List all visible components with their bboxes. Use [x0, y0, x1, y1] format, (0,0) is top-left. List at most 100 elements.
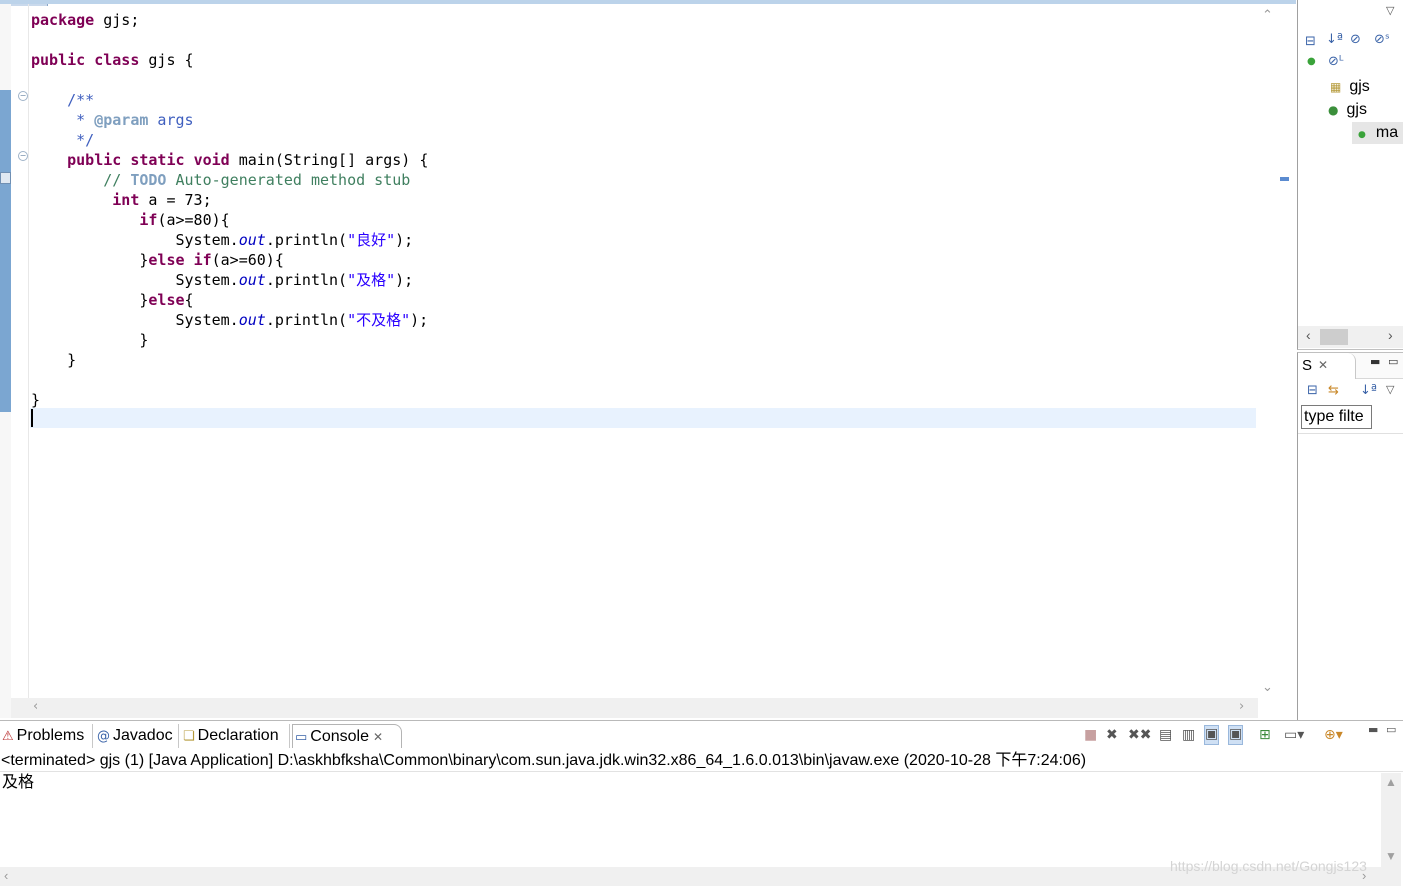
collapse-all-icon[interactable]: ⊟ — [1307, 383, 1318, 398]
display-selected-console-icon[interactable]: ▭▾ — [1284, 727, 1304, 743]
code-token: { — [184, 291, 194, 309]
filter-input[interactable]: type filte — [1301, 405, 1372, 429]
code-line[interactable]: public static void main(String[] args) { — [31, 150, 428, 170]
code-token: * — [31, 111, 95, 129]
code-token: else — [148, 291, 185, 309]
fold-toggle-icon[interactable]: − — [18, 91, 28, 101]
fold-toggle-icon[interactable]: − — [18, 151, 28, 161]
code-token: out — [238, 311, 266, 329]
minimize-icon[interactable]: ▬ — [1368, 723, 1378, 736]
code-line[interactable]: */ — [31, 130, 428, 150]
sort-icon[interactable]: ↓ª — [1326, 32, 1343, 47]
code-line[interactable]: if(a>=80){ — [31, 210, 428, 230]
scroll-right-icon[interactable]: › — [1239, 699, 1244, 714]
code-line[interactable] — [31, 410, 428, 430]
maximize-icon[interactable]: ▭ — [1386, 723, 1396, 736]
close-icon[interactable]: ✕ — [373, 725, 383, 749]
code-line[interactable] — [31, 30, 428, 50]
code-line[interactable]: }else if(a>=60){ — [31, 250, 428, 270]
code-line[interactable]: /** — [31, 90, 428, 110]
scroll-up-icon[interactable]: ▲ — [1385, 775, 1397, 789]
show-on-stdout-icon[interactable]: ▣ — [1204, 725, 1220, 745]
code-line[interactable]: package gjs; — [31, 10, 428, 30]
view-tab[interactable]: S ✕ — [1298, 353, 1356, 379]
outline-item-method[interactable]: ● ma — [1358, 124, 1398, 142]
code-line[interactable]: // TODO Auto-generated method stub — [31, 170, 428, 190]
hide-nonpublic-icon[interactable]: ● — [1307, 56, 1316, 67]
show-on-stderr-icon[interactable]: ▣ — [1228, 725, 1244, 745]
code-token: .println( — [265, 311, 348, 329]
code-line[interactable] — [31, 70, 428, 90]
declaration-icon: ❏ — [183, 729, 195, 744]
code-token: if — [139, 211, 158, 229]
code-token: if — [193, 251, 212, 269]
tab-problems[interactable]: ⚠ Problems — [0, 724, 93, 748]
watermark: https://blog.csdn.net/Gongjs123 — [1170, 858, 1367, 874]
remove-launch-icon[interactable]: ✖ — [1106, 727, 1118, 743]
close-icon[interactable]: ✕ — [1318, 358, 1328, 372]
outline-item-class[interactable]: ● gjs — [1328, 101, 1367, 119]
code-token: ); — [410, 311, 429, 329]
editor-horizontal-scrollbar[interactable]: ‹ › — [11, 698, 1258, 718]
view-menu-icon[interactable]: ▽ — [1386, 383, 1394, 396]
code-token: } — [31, 251, 149, 269]
pin-console-icon[interactable]: ⊞ — [1259, 727, 1271, 743]
word-wrap-icon[interactable]: ▥ — [1182, 727, 1195, 743]
scroll-right-icon[interactable]: › — [1388, 327, 1393, 343]
code-line[interactable]: int a = 73; — [31, 190, 428, 210]
tab-javadoc[interactable]: @ Javadoc — [95, 724, 179, 748]
scroll-left-icon[interactable]: ‹ — [4, 868, 8, 883]
outline-horizontal-scrollbar[interactable]: ‹ › — [1298, 326, 1403, 348]
link-with-editor-icon[interactable]: ⇆ — [1328, 383, 1339, 398]
console-output[interactable]: 及格 — [2, 773, 34, 793]
code-token: .println( — [265, 271, 348, 289]
scroll-left-icon[interactable]: ‹ — [33, 699, 38, 714]
code-token: (a>=80){ — [157, 211, 230, 229]
hide-static-icon[interactable]: ⊘ˢ — [1374, 32, 1390, 47]
maximize-icon[interactable]: ▭ — [1388, 355, 1398, 368]
code-token: } — [31, 391, 41, 409]
code-line[interactable]: System.out.println("良好"); — [31, 230, 428, 250]
overview-annotation-marker[interactable] — [1280, 177, 1289, 181]
task-marker-icon[interactable] — [0, 172, 11, 184]
scroll-up-icon[interactable]: ⌃ — [1262, 8, 1273, 23]
scroll-thumb[interactable] — [1320, 329, 1348, 345]
code-line[interactable]: } — [31, 330, 428, 350]
code-token: a = 73; — [139, 191, 212, 209]
tab-declaration[interactable]: ❏ Declaration — [181, 724, 290, 748]
code-token: } — [31, 331, 149, 349]
code-line[interactable] — [31, 370, 428, 390]
scroll-lock-icon[interactable]: ▤ — [1159, 727, 1172, 743]
collapse-all-icon[interactable]: ⊟ — [1305, 34, 1316, 49]
code-token: System. — [31, 231, 239, 249]
code-line[interactable]: System.out.println("不及格"); — [31, 310, 428, 330]
scroll-left-icon[interactable]: ‹ — [1306, 327, 1311, 343]
remove-all-terminated-icon[interactable]: ✖✖ — [1128, 727, 1151, 743]
sort-icon[interactable]: ↓ª — [1360, 383, 1377, 398]
java-editor[interactable]: − − package gjs; public class gjs { /** *… — [0, 0, 1296, 718]
scroll-down-icon[interactable]: ⌄ — [1262, 680, 1273, 695]
tab-label: Console — [310, 728, 369, 745]
code-token: @param — [94, 111, 149, 129]
open-console-icon[interactable]: ⊕▾ — [1324, 727, 1343, 743]
tab-console[interactable]: ▭ Console ✕ — [292, 724, 402, 748]
code-line[interactable]: } — [31, 350, 428, 370]
terminate-icon[interactable]: ■ — [1084, 727, 1097, 743]
text-caret — [31, 409, 33, 427]
overview-ruler[interactable] — [1258, 4, 1296, 704]
hide-fields-icon[interactable]: ⊘ — [1350, 32, 1361, 47]
code-line[interactable]: * @param args — [31, 110, 428, 130]
outline-item-package[interactable]: ▦ gjs — [1330, 78, 1370, 96]
minimize-icon[interactable]: ▬ — [1370, 355, 1380, 368]
code-token: main(String[] args) { — [229, 151, 429, 169]
code-line[interactable]: }else{ — [31, 290, 428, 310]
code-line[interactable]: System.out.println("及格"); — [31, 270, 428, 290]
code-text[interactable]: package gjs; public class gjs { /** * @pa… — [31, 10, 428, 430]
code-line[interactable]: } — [31, 390, 428, 410]
scroll-down-icon[interactable]: ▼ — [1385, 849, 1397, 863]
view-menu-icon[interactable]: ▽ — [1386, 4, 1394, 17]
code-line[interactable]: public class gjs { — [31, 50, 428, 70]
hide-local-types-icon[interactable]: ⊘ᴸ — [1328, 54, 1343, 69]
console-vertical-scrollbar[interactable]: ▲ ▼ — [1381, 773, 1401, 886]
